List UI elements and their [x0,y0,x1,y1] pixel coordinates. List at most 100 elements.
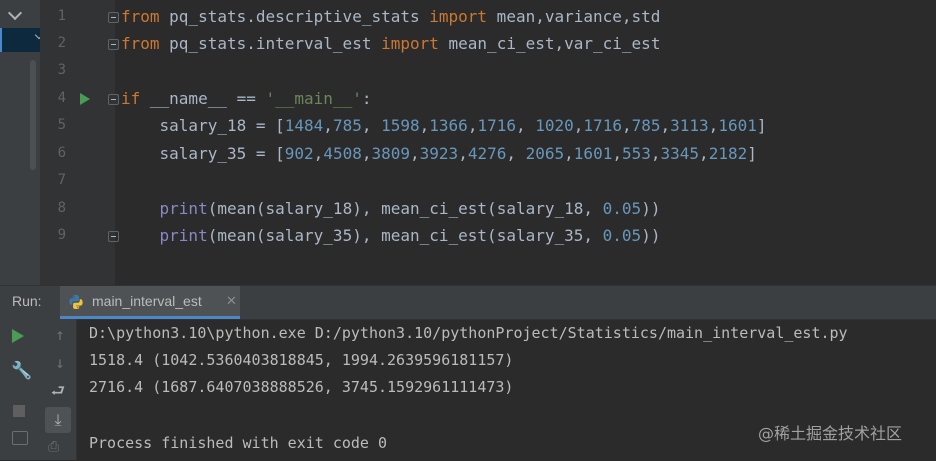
arrow-down-icon[interactable]: ↓ [48,351,72,375]
line-number: 9 [57,227,66,243]
code-token: 3923 [419,144,459,163]
code-token: , [419,116,430,135]
run-tab[interactable]: main_interval_est ✕ [60,286,240,319]
code-token: , [708,116,719,135]
code-line[interactable]: if __name__ == '__main__': [121,85,371,112]
code-token: 902 [284,144,314,163]
run-gutter-icon[interactable] [80,93,90,105]
line-number: 1 [57,8,66,24]
run-label: Run: [12,293,42,309]
code-token: 785 [631,116,661,135]
code-token: , [699,144,709,163]
code-token: salary_35 = [ [121,144,285,163]
code-token: 3113 [670,116,709,135]
run-toolbar-primary: 🔧 [0,319,41,460]
code-token: (mean(salary_18), mean_ci_est(salary_18, [207,199,603,218]
code-token: import [381,34,439,53]
code-token: , [506,144,526,163]
code-token: , [361,116,382,135]
wrench-icon[interactable]: 🔧 [10,359,34,383]
code-line[interactable]: print(mean(salary_35), mean_ci_est(salar… [121,222,661,249]
code-token: , [313,144,324,163]
run-tab-label: main_interval_est [92,293,202,309]
code-line[interactable]: from pq_stats.descriptive_stats import m… [121,3,660,30]
run-header: Run: main_interval_est ✕ [0,285,936,320]
soft-wrap-icon[interactable]: ⮐ [46,379,70,403]
code-token: , [515,116,536,135]
code-token: from [121,7,160,26]
code-token: : [361,89,372,108]
code-editor[interactable]: 1 2 3 4 5 6 7 8 9 from pq_stats.descript… [0,0,936,285]
fold-icon[interactable] [108,39,119,50]
console-line: 2716.4 (1687.6407038888526, 3745.1592961… [89,378,514,396]
code-token: pq_stats.interval_est [159,34,382,53]
fold-end-icon[interactable] [108,231,119,242]
scrollbar[interactable] [30,60,36,170]
code-token: 1020 [535,116,574,135]
fold-icon[interactable] [108,12,119,23]
code-token: if [121,89,141,108]
code-token: )) [641,226,661,245]
code-token: __name__ == [140,89,266,108]
run-toolbar-secondary: ↑ ↓ ⮐ ⤓ ⎙ [40,319,77,460]
code-token: 1601 [718,116,757,135]
code-token: , [458,144,468,163]
code-line[interactable]: salary_18 = [1484,785, 1598,1366,1716, 1… [121,112,767,139]
code-token: 2065 [525,144,565,163]
code-token: , [650,144,661,163]
code-token: 1716 [583,116,622,135]
rerun-play-icon[interactable] [12,329,24,343]
python-icon [69,295,83,309]
console-line: D:\python3.10\python.exe D:/python3.10/p… [89,324,848,342]
layout-icon[interactable] [12,431,28,445]
code-token: , [410,144,420,163]
code-token: )) [641,199,661,218]
code-token: , [323,116,333,135]
code-token: ] [756,116,767,135]
line-number: 2 [57,35,66,51]
code-token: 1601 [573,144,613,163]
code-token: pq_stats.descriptive_stats [159,7,430,26]
arrow-up-icon[interactable]: ↑ [48,323,72,347]
code-token: 4276 [467,144,507,163]
code-token: , [621,116,632,135]
fold-icon[interactable] [108,94,119,105]
line-number: 6 [57,145,66,161]
code-token: from [121,34,160,53]
code-token: 785 [332,116,362,135]
code-token: , [612,144,622,163]
print-icon[interactable]: ⎙ [48,437,72,461]
code-token: print [159,226,208,245]
line-number: 7 [57,172,66,188]
code-token: 0.05 [602,199,642,218]
code-token: , [564,144,574,163]
stop-icon[interactable] [13,405,25,417]
code-token: import [429,7,488,26]
code-line[interactable]: salary_35 = [902,4508,3809,3923,4276, 20… [121,140,757,167]
close-icon[interactable]: ✕ [226,293,237,309]
tree-row-collapse[interactable] [0,4,40,28]
code-token: 0.05 [602,226,642,245]
code-token: , [660,116,671,135]
code-token: 553 [621,144,651,163]
watermark: @稀土掘金技术社区 [758,424,903,443]
console-line: 1518.4 (1042.5360403818845, 1994.2639596… [89,351,514,369]
code-token: 1716 [477,116,516,135]
code-token: 2182 [708,144,748,163]
tree-row-selected[interactable] [0,28,44,52]
project-tree-panel [0,0,44,285]
code-token: 3809 [371,144,411,163]
line-number: 5 [57,117,66,133]
scroll-to-end-icon[interactable]: ⤓ [45,407,71,433]
code-token: ] [747,144,757,163]
code-token: 1366 [429,116,468,135]
code-token: (mean(salary_35), mean_ci_est(salary_35, [207,226,603,245]
code-token: mean_ci_est,var_ci_est [438,34,661,53]
code-line[interactable]: print(mean(salary_18), mean_ci_est(salar… [121,195,661,222]
code-token: , [573,116,584,135]
code-line[interactable]: from pq_stats.interval_est import mean_c… [121,30,660,57]
code-token: 1598 [381,116,420,135]
code-token: '__main__' [265,89,362,108]
